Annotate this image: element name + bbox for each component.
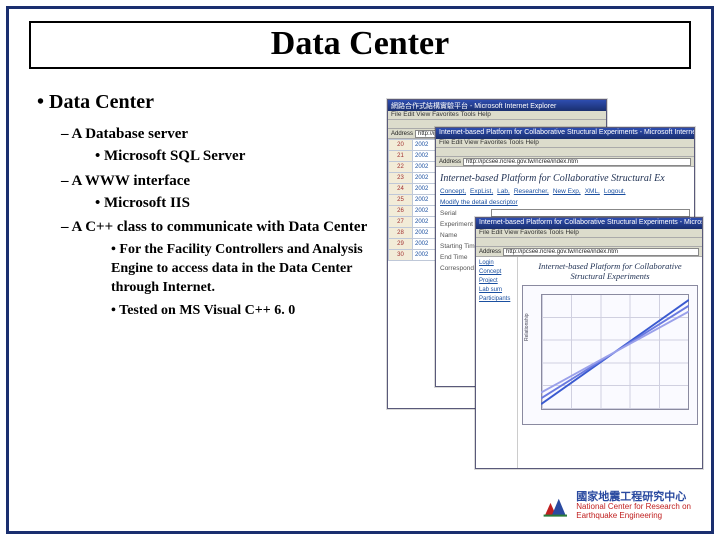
- footer-en2: Earthquake Engineering: [576, 512, 691, 521]
- sidebar-link: Concept: [479, 269, 514, 275]
- form-row: Serial: [440, 209, 690, 217]
- nav-link: Researcher,: [514, 188, 549, 195]
- sidebar-link: Login: [479, 260, 514, 266]
- screenshot-stack: 網路合作式結構實驗平台 - Microsoft Internet Explore…: [387, 99, 707, 499]
- page-body-3: Login Concept Project Lab sum Participants I…: [476, 257, 702, 468]
- chart-ylabel: Relationship: [524, 314, 530, 342]
- footer-logo-block: 國家地震工程研究中心 National Center for Research …: [542, 492, 691, 521]
- titlebar-1: 網路合作式結構實驗平台 - Microsoft Internet Explore…: [388, 100, 606, 111]
- titlebar-2: Internet-based Platform for Collaborativ…: [436, 128, 694, 139]
- bullet-l4b: Tested on MS Visual C++ 6. 0: [111, 302, 377, 321]
- nav-link: Logout,: [604, 188, 626, 195]
- chart-line: [541, 311, 689, 392]
- sidebar-link: Lab sum: [479, 287, 514, 293]
- toolbar-2: [436, 148, 694, 157]
- page-title-3: Internet-based Platform for Collaborativ…: [522, 261, 698, 281]
- slide-title: Data Center: [31, 25, 689, 63]
- bullet-l2a: A Database server: [61, 124, 377, 144]
- titlebar-3: Internet-based Platform for Collaborativ…: [476, 218, 702, 229]
- browser-window-3: Internet-based Platform for Collaborativ…: [475, 217, 703, 469]
- addressbar-2: Address http://ipcsee.ncree.gov.tw/ncree…: [436, 157, 694, 167]
- addr-label-2: Address: [439, 159, 461, 165]
- sidebar-link: Participants: [479, 296, 514, 302]
- nav-link: Lab,: [497, 188, 510, 195]
- menubar-3: File Edit View Favorites Tools Help: [476, 229, 702, 238]
- nav-link: New Exp,: [553, 188, 581, 195]
- bullet-l2c: A C++ class to communicate with Data Cen…: [61, 217, 377, 237]
- slide-frame: Data Center Data Center A Database serve…: [6, 6, 714, 534]
- bullet-content: Data Center A Database server Microsoft …: [37, 89, 377, 321]
- addr-field-3: http://ipcsee.ncree.gov.tw/ncree/index.h…: [503, 248, 699, 256]
- chart: Relationship: [522, 285, 698, 425]
- page-desc-2: Modify the detail descriptor: [440, 199, 690, 206]
- sidebar-3: Login Concept Project Lab sum Participants: [476, 257, 518, 468]
- ncree-logo-icon: [542, 496, 570, 518]
- addr-label-3: Address: [479, 249, 501, 255]
- addr-label-1: Address: [391, 131, 413, 137]
- sidebar-link: Project: [479, 278, 514, 284]
- form-label: Serial: [440, 210, 488, 217]
- chart-series: [541, 294, 689, 410]
- menubar-2: File Edit View Favorites Tools Help: [436, 139, 694, 148]
- bullet-l3b: Microsoft IIS: [95, 193, 377, 213]
- footer-text: 國家地震工程研究中心 National Center for Research …: [576, 492, 691, 521]
- addr-field-2: http://ipcsee.ncree.gov.tw/ncree/index.h…: [463, 158, 691, 166]
- bullet-l1: Data Center: [37, 89, 377, 116]
- nav-link: Concept,: [440, 188, 466, 195]
- nav-link: XML,: [585, 188, 600, 195]
- nav-link: ExpList,: [470, 188, 493, 195]
- slide-title-box: Data Center: [29, 21, 691, 69]
- menubar-1: File Edit View Favorites Tools Help: [388, 111, 606, 120]
- form-input: [491, 209, 690, 217]
- bullet-l3a: Microsoft SQL Server: [95, 146, 377, 166]
- addressbar-3: Address http://ipcsee.ncree.gov.tw/ncree…: [476, 247, 702, 257]
- nav-links-2: Concept, ExpList, Lab, Researcher, New Exp, X…: [440, 188, 690, 195]
- bullet-l4a: For the Facility Controllers and Analysi…: [111, 241, 377, 298]
- bullet-l2b: A WWW interface: [61, 171, 377, 191]
- chart-wrap: Internet-based Platform for Collaborativ…: [518, 257, 702, 468]
- toolbar-3: [476, 238, 702, 247]
- page-title-2: Internet-based Platform for Collaborativ…: [440, 173, 690, 184]
